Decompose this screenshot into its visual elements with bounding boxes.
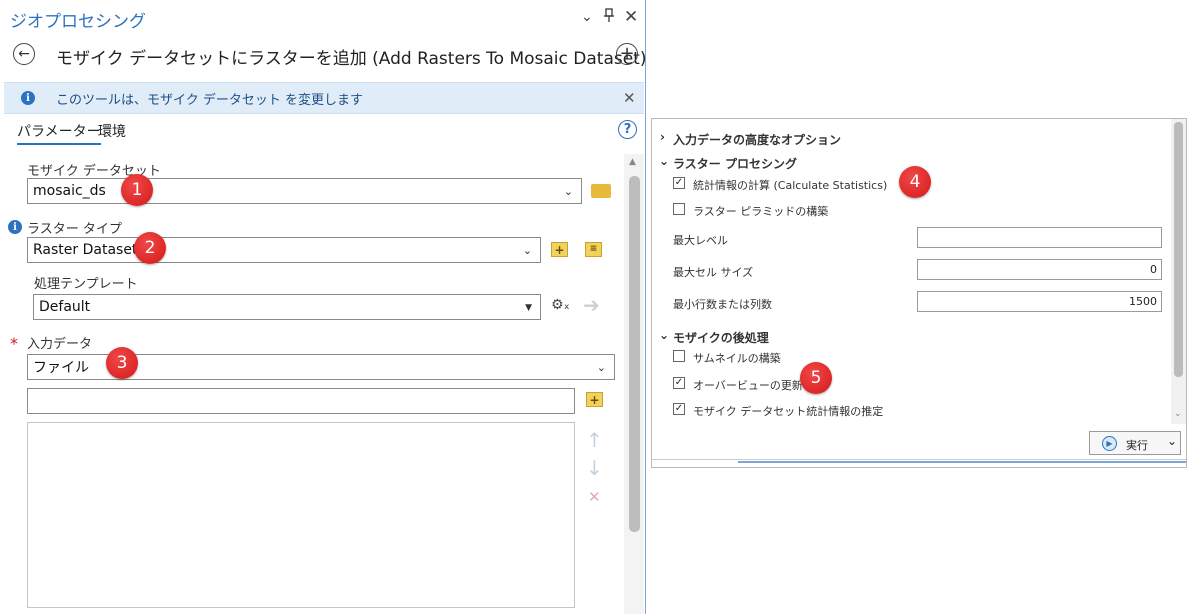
scroll-up-icon[interactable]: ▲ [629,157,636,167]
marker-2: 2 [134,232,166,264]
estimate-statistics-label: モザイク データセット統計情報の推定 [693,405,884,418]
build-pyramids-label: ラスター ピラミッドの構築 [693,205,829,218]
move-up-icon: ↑ [586,428,603,452]
raster-type-combo[interactable]: Raster Dataset ⌄ [27,237,541,263]
marker-5: 5 [800,362,832,394]
input-data-value: ファイル [33,360,89,376]
calculate-statistics-label: 統計情報の計算 (Calculate Statistics) [693,179,888,192]
marker-3: 3 [106,347,138,379]
chevron-down-icon[interactable]: ⌄ [581,9,593,25]
section-mosaic-post[interactable]: モザイクの後処理 [673,329,769,346]
input-data-label: 入力データ [27,337,93,352]
mosaic-dataset-value: mosaic_ds [33,183,106,199]
min-rows-cols-field[interactable]: 1500 [917,291,1162,312]
edit-raster-type-icon[interactable]: ≡ [585,242,602,257]
marker-1: 1 [121,174,153,206]
max-cell-size-field[interactable]: 0 [917,259,1162,280]
add-input-icon[interactable]: + [586,392,603,407]
raster-type-label: ラスター タイプ [27,222,122,237]
info-icon: i [21,91,35,105]
divider [652,459,1186,460]
plus-circle-icon[interactable]: + [616,43,638,65]
section-raster-processing[interactable]: ラスター プロセシング [673,155,797,172]
chevron-down-icon[interactable]: ⌄ [659,154,669,168]
info-banner-text: このツールは、モザイク データセット を変更します [56,93,364,108]
chevron-down-icon: ⌄ [522,244,532,257]
estimate-statistics-checkbox[interactable]: ✓ [673,403,685,415]
processing-template-label: 処理テンプレート [34,277,138,292]
close-icon[interactable]: ✕ [624,7,638,27]
max-level-label: 最大レベル [673,234,728,247]
right-arrow-icon: ➔ [583,293,600,317]
chevron-down-icon: ⌄ [1167,434,1178,448]
move-down-icon: ↓ [586,456,603,480]
run-button[interactable]: ▶ 実行 ⌄ [1089,431,1181,455]
tab-environments[interactable]: 環境 [98,121,126,141]
run-button-label: 実行 [1126,439,1148,452]
build-thumbnails-checkbox[interactable] [673,350,685,362]
processing-template-combo[interactable]: Default ▼ [33,294,541,320]
chevron-down-icon: ⌄ [596,361,606,374]
pin-icon[interactable] [604,8,614,26]
scrollbar-thumb[interactable] [629,176,640,532]
add-raster-type-icon[interactable]: + [551,242,568,257]
play-icon: ▶ [1102,436,1117,451]
chevron-right-icon[interactable]: › [660,130,665,144]
update-overviews-label: オーバービューの更新 [693,379,803,392]
advanced-options-panel: › 入力データの高度なオプション ⌄ ラスター プロセシング ✓ 統計情報の計算… [651,118,1187,468]
back-arrow-icon[interactable]: ← [13,43,35,65]
help-icon[interactable]: ? [618,120,637,139]
dropdown-arrow-icon: ▼ [525,303,532,313]
build-pyramids-checkbox[interactable] [673,203,685,215]
max-level-field[interactable] [917,227,1162,248]
geoprocessing-pane: ジオプロセシング ⌄ ✕ ← モザイク データセットにラスターを追加 (Add … [0,0,646,614]
calculate-statistics-checkbox[interactable]: ✓ [673,177,685,189]
raster-type-value: Raster Dataset [33,242,138,258]
template-settings-icon[interactable]: ⚙ₓ [551,297,570,313]
info-icon: i [8,220,22,234]
scrollbar-thumb[interactable] [1174,122,1183,377]
required-mark: * [10,334,18,353]
max-cell-size-label: 最大セル サイズ [673,266,754,279]
min-rows-cols-label: 最小行数または列数 [673,298,772,311]
chevron-down-icon[interactable]: ⌄ [659,328,669,342]
tab-parameters[interactable]: パラメーター [17,121,101,145]
folder-icon[interactable] [591,184,611,198]
marker-4: 4 [899,166,931,198]
pane-title: ジオプロセシング [10,12,146,32]
tool-title: モザイク データセットにラスターを追加 (Add Rasters To Mosa… [56,49,646,69]
footer-divider [738,461,1186,463]
chevron-down-icon: ⌄ [563,185,573,198]
build-thumbnails-label: サムネイルの構築 [693,352,781,365]
input-path-field[interactable] [27,388,575,414]
dismiss-banner-icon[interactable]: ✕ [623,89,636,107]
processing-template-value: Default [39,299,91,315]
scroll-down-icon[interactable]: ⌄ [1174,409,1182,419]
update-overviews-checkbox[interactable]: ✓ [673,377,685,389]
input-list[interactable] [27,422,575,608]
mosaic-dataset-combo[interactable]: mosaic_ds ⌄ [27,178,582,204]
remove-icon: ✕ [588,488,601,506]
section-advanced-input[interactable]: 入力データの高度なオプション [673,131,841,148]
